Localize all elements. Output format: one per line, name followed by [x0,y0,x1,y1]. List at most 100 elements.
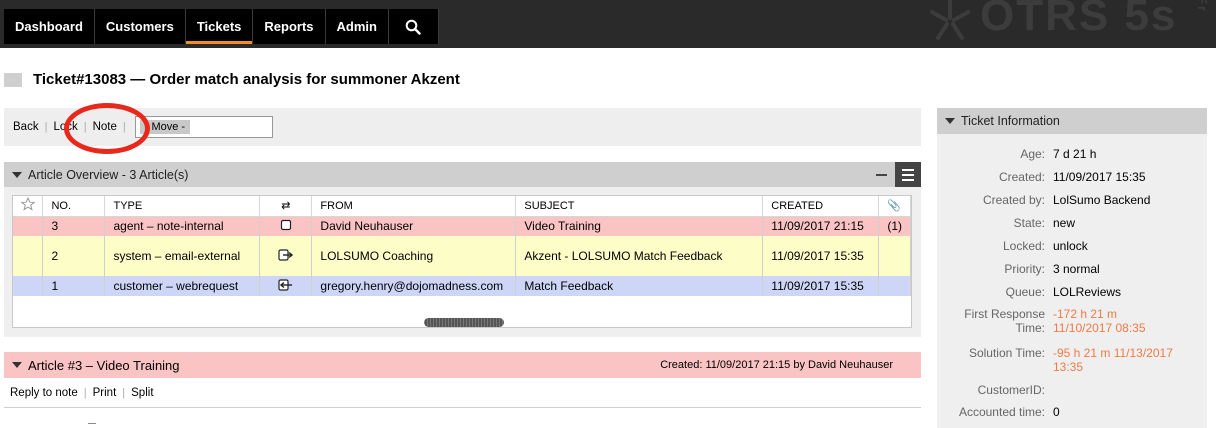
info-value: 0 [1053,405,1060,419]
info-label: State: [1013,216,1045,230]
info-value: new [1053,216,1076,230]
logo-small-text: Fr [1195,0,1210,13]
cell-type: agent – note-internal [104,216,261,236]
article-created-info: Created: 11/09/2017 21:15 by David Neuha… [660,359,893,371]
cell-attachment[interactable] [878,276,911,296]
info-label: Queue: [1005,285,1045,299]
info-value: 11/09/2017 15:35 [1053,170,1146,184]
nav-item-admin[interactable]: Admin [326,9,389,44]
menu-icon[interactable] [895,162,921,187]
reply-to-note-link[interactable]: Reply to note [10,387,78,399]
move-select[interactable]: - Move - [134,116,273,138]
cell-no: 1 [42,276,106,296]
cell-created: 11/09/2017 15:35 [762,236,880,276]
note-link[interactable]: Note [93,121,117,133]
article-overview-title: Article Overview - 3 Article(s) [28,167,189,182]
info-value-escalation: -172 h 21 m 11/10/2017 08:35 [1053,307,1146,335]
ticket-information-title: Ticket Information [961,114,1060,128]
article-detail-header[interactable]: Article #3 – Video Training Created: 11/… [4,352,921,378]
info-row-state: State: new [937,216,1207,230]
table-row[interactable]: 3 agent – note-internal David Neuhauser … [13,216,911,236]
cell-subject: Video Training [515,216,764,236]
separator: | [122,387,126,399]
collapse-triangle-icon[interactable] [12,362,22,368]
info-row-created-by: Created by: LolSumo Backend [937,193,1207,207]
info-row-locked: Locked: unlock [937,239,1207,253]
cell-created: 11/09/2017 15:35 [762,276,880,296]
star-cell[interactable] [13,236,44,276]
divider [4,407,921,408]
partial-content [88,423,96,428]
print-link[interactable]: Print [93,387,117,399]
cell-attachment[interactable] [878,236,911,276]
article-overview-header[interactable]: Article Overview - 3 Article(s) [4,162,921,187]
separator: | [83,387,87,399]
direction-cell [259,216,313,236]
info-row-priority: Priority: 3 normal [937,262,1207,276]
cell-subject: Match Feedback [515,276,764,296]
info-row-accounted-time: Accounted time: 0 [937,405,1207,419]
ticket-action-bar: Back | Lock | Note | - Move - [4,108,921,146]
back-link[interactable]: Back [13,121,39,133]
info-value[interactable]: LOLReviews [1053,285,1121,299]
info-label: Created: [998,170,1045,184]
column-header-type[interactable]: TYPE [104,196,261,217]
article-table: NO. TYPE ⇄ FROM SUBJECT CREATED 📎 3 agen… [13,196,911,296]
move-select-value: - Move - [139,120,191,134]
main-nav: Dashboard Customers Tickets Reports Admi… [4,9,439,44]
nav-item-reports[interactable]: Reports [253,9,326,44]
info-label: Locked: [1002,239,1045,253]
lock-link[interactable]: Lock [53,121,77,133]
info-label: Age: [1020,147,1045,161]
cell-attachment[interactable]: (1) [878,216,911,236]
ticket-title: Ticket#13083 — Order match analysis for … [33,71,460,88]
collapse-triangle-icon[interactable] [945,118,955,124]
nav-item-tickets[interactable]: Tickets [185,9,254,44]
nav-search-button[interactable] [389,9,439,44]
star-cell[interactable] [13,216,44,236]
article-table-container: NO. TYPE ⇄ FROM SUBJECT CREATED 📎 3 agen… [12,195,912,328]
column-header-no[interactable]: NO. [42,196,106,217]
table-row[interactable]: 2 system – email-external LOLSUMO Coachi… [13,236,911,276]
article-overview-widget: Article Overview - 3 Article(s) NO. TYPE… [4,162,921,337]
column-header-attachment[interactable]: 📎 [878,196,911,217]
star-column-header[interactable] [13,196,44,217]
cell-created: 11/09/2017 21:15 [762,216,880,236]
table-header-row: NO. TYPE ⇄ FROM SUBJECT CREATED 📎 [13,196,911,217]
info-row-created: Created: 11/09/2017 15:35 [937,170,1207,184]
horizontal-scroll-handle[interactable] [424,318,504,327]
note-internal-icon [280,219,292,230]
cell-subject: Akzent - LOLSUMO Match Feedback [515,236,764,276]
direction-cell [259,236,313,276]
info-label: First Response Time: [964,307,1045,335]
cell-from: David Neuhauser [311,216,517,236]
split-link[interactable]: Split [131,387,153,399]
info-value-escalation: -95 h 21 m 11/13/2017 13:35 [1053,346,1173,374]
table-row[interactable]: 1 customer – webrequest gregory.henry@do… [13,276,911,296]
collapse-triangle-icon[interactable] [12,171,22,178]
nav-item-dashboard[interactable]: Dashboard [4,9,95,44]
info-row-solution-time: Solution Time: -95 h 21 m 11/13/2017 13:… [937,346,1207,374]
column-header-subject[interactable]: SUBJECT [515,196,764,217]
cell-from: gregory.henry@dojomadness.com [311,276,517,296]
info-row-customer-id: CustomerID: [937,383,1207,397]
ticket-title-row: Ticket#13083 — Order match analysis for … [4,71,460,88]
ticket-information-header[interactable]: Ticket Information [937,108,1207,134]
top-navigation-bar: Dashboard Customers Tickets Reports Admi… [0,0,1216,48]
column-header-created[interactable]: CREATED [762,196,880,217]
info-row-first-response: First Response Time: -172 h 21 m 11/10/2… [937,307,1207,335]
info-row-age: Age: 7 d 21 h [937,147,1207,161]
column-header-direction[interactable]: ⇄ [259,196,313,217]
minimize-icon[interactable] [876,174,887,176]
cell-type: system – email-external [104,236,261,276]
separator: | [83,121,87,133]
separator: | [122,121,126,133]
info-value[interactable]: LolSumo Backend [1053,193,1150,207]
star-cell[interactable] [13,276,44,296]
logo-star-icon [930,0,970,40]
nav-item-customers[interactable]: Customers [95,9,186,44]
cell-no: 3 [42,216,106,236]
info-value: unlock [1053,239,1088,253]
article-actions: Reply to note | Print | Split [10,387,154,399]
column-header-from[interactable]: FROM [311,196,517,217]
